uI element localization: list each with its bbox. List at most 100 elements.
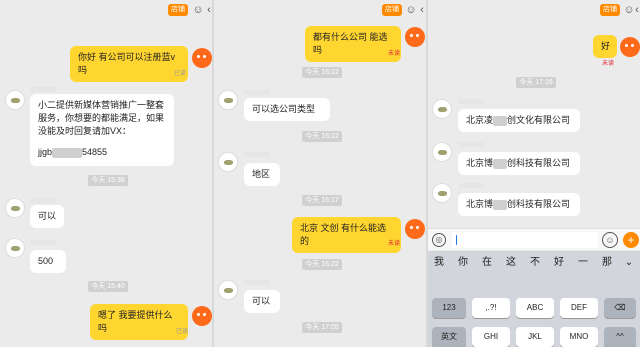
message-bubble[interactable]: 你好 有公司可以注册蓝v吗: [70, 46, 188, 82]
back-icon[interactable]: ‹: [202, 3, 212, 17]
avatar[interactable]: [218, 152, 238, 172]
message-line: 小二提供新媒体营销推广一整套: [38, 100, 165, 110]
shop-tag-button[interactable]: 店铺: [600, 4, 620, 16]
redacted-block: [493, 115, 508, 126]
candidate-word[interactable]: 在: [476, 251, 498, 275]
message-line: jjgb 54855: [38, 146, 166, 159]
sender-name: [30, 198, 56, 203]
plus-icon[interactable]: +: [623, 232, 639, 248]
avatar[interactable]: [405, 219, 425, 239]
sender-name: [244, 90, 270, 95]
company-suffix: 创文化有限公司: [507, 115, 571, 125]
redacted-block: [493, 158, 508, 169]
avatar[interactable]: [5, 90, 25, 110]
key-punctuation[interactable]: ,.?!: [472, 298, 510, 318]
message-bubble[interactable]: 可以: [30, 205, 64, 228]
key-mno[interactable]: MNO: [560, 327, 598, 347]
keyboard: 我 你 在 这 不 好 一 那 ⌄ 123 ,.?! ABC DEF ⌫ 英文 …: [428, 251, 640, 347]
candidate-bar: 我 你 在 这 不 好 一 那 ⌄: [428, 251, 640, 275]
candidate-word[interactable]: 你: [452, 251, 474, 275]
backspace-key[interactable]: ⌫: [604, 298, 636, 318]
voice-icon[interactable]: ◎: [432, 233, 446, 247]
company-suffix: 创科技有限公司: [507, 199, 571, 209]
avatar[interactable]: [192, 306, 212, 326]
top-bar: 店铺 ☺ ‹: [214, 0, 426, 20]
message-bubble[interactable]: 可以选公司类型: [244, 98, 330, 121]
avatar[interactable]: [620, 37, 640, 57]
unread-status: 未读: [602, 61, 615, 67]
message-bubble[interactable]: 北京博 创科技有限公司: [458, 193, 580, 216]
top-bar: 店铺 ☺ ‹: [0, 0, 212, 20]
message-bubble[interactable]: 小二提供新媒体营销推广一整套 服务，你想要的都能满足，如果 没能及时回复请加VX…: [30, 94, 174, 166]
avatar[interactable]: [432, 183, 452, 203]
sender-name: [458, 142, 484, 147]
candidate-word[interactable]: 不: [524, 251, 546, 275]
candidate-word[interactable]: 那: [596, 251, 618, 275]
avatar[interactable]: [5, 198, 25, 218]
chat-panel-3: 店铺 ☺ ‹ 好 未读 今天 17:16 北京凌 创文化有限公司 北京博 创科技有限…: [428, 0, 640, 347]
text-caret: [456, 235, 457, 245]
emoji-icon[interactable]: ☺: [602, 232, 618, 248]
message-bubble[interactable]: 都有什么公司 能选吗: [305, 26, 401, 62]
shop-tag-button[interactable]: 店铺: [168, 4, 188, 16]
company-prefix: 北京博: [466, 158, 494, 168]
read-status: 已读: [176, 329, 189, 335]
message-bubble[interactable]: 地区: [244, 163, 280, 186]
timestamp: 今天 16:12: [302, 67, 342, 78]
candidate-word[interactable]: 一: [572, 251, 594, 275]
wechat-id-prefix: jjgb: [38, 147, 53, 157]
message-bubble[interactable]: 嗯了 我要提供什么吗: [90, 304, 188, 340]
key-abc[interactable]: ABC: [516, 298, 554, 318]
company-suffix: 创科技有限公司: [507, 158, 571, 168]
message-bubble[interactable]: 好: [593, 35, 617, 58]
timestamp: 今天 16:17: [302, 195, 342, 206]
key-ghi[interactable]: GHI: [472, 327, 510, 347]
key-def[interactable]: DEF: [560, 298, 598, 318]
timestamp: 今天 17:16: [516, 77, 556, 88]
message-bubble[interactable]: 北京凌 创文化有限公司: [458, 109, 580, 132]
sender-name: [30, 240, 56, 245]
sender-name: [458, 99, 484, 104]
timestamp: 今天 15:40: [88, 281, 128, 292]
back-icon[interactable]: ‹: [630, 3, 640, 17]
avatar[interactable]: [5, 238, 25, 258]
avatar[interactable]: [192, 48, 212, 68]
avatar[interactable]: [218, 280, 238, 300]
company-prefix: 北京博: [466, 199, 494, 209]
candidate-word[interactable]: 这: [500, 251, 522, 275]
avatar[interactable]: [432, 142, 452, 162]
avatar[interactable]: [432, 99, 452, 119]
chat-panel-1: 店铺 ☺ ‹ 你好 有公司可以注册蓝v吗 已读 小二提供新媒体营销推广一整套 服…: [0, 0, 212, 347]
key-123[interactable]: 123: [432, 298, 466, 318]
message-bubble[interactable]: 北京 文创 有什么能选的: [292, 217, 401, 253]
unread-status: 未读: [388, 51, 401, 57]
top-bar: 店铺 ☺ ‹: [428, 0, 640, 20]
avatar[interactable]: [218, 90, 238, 110]
back-icon[interactable]: ‹: [415, 3, 426, 17]
timestamp: 今天 15:38: [88, 175, 128, 186]
message-input[interactable]: [452, 232, 598, 248]
message-bubble[interactable]: 可以: [244, 290, 280, 313]
emoticon-key[interactable]: ^^: [604, 327, 636, 347]
unread-status: 未读: [388, 241, 401, 247]
shop-tag-button[interactable]: 店铺: [382, 4, 402, 16]
timestamp: 今天 17:05: [302, 322, 342, 333]
avatar[interactable]: [405, 27, 425, 47]
candidate-word[interactable]: 我: [428, 251, 450, 275]
sender-name: [244, 280, 270, 285]
candidate-word[interactable]: 好: [548, 251, 570, 275]
timestamp: 今天 16:22: [302, 259, 342, 270]
input-bar: ◎ ☺ +: [428, 228, 640, 250]
sender-name: [30, 87, 56, 92]
sender-name: [244, 152, 270, 157]
message-line: 没能及时回复请加VX：: [38, 126, 132, 136]
expand-candidates-icon[interactable]: ⌄: [618, 251, 640, 275]
chat-panel-2: 店铺 ☺ ‹ 都有什么公司 能选吗 未读 今天 16:12 可以选公司类型 今天…: [214, 0, 426, 347]
sender-name: [458, 183, 484, 188]
wechat-id-suffix: 54855: [82, 147, 108, 157]
message-bubble[interactable]: 北京博 创科技有限公司: [458, 152, 580, 175]
company-prefix: 北京凌: [466, 115, 494, 125]
message-bubble[interactable]: 500: [30, 250, 66, 273]
key-english[interactable]: 英文: [432, 327, 466, 347]
key-jkl[interactable]: JKL: [516, 327, 554, 347]
